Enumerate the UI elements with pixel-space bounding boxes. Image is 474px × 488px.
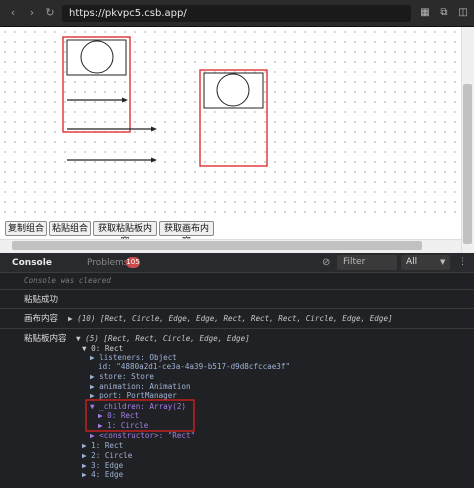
- highlight-overlay: [85, 399, 195, 432]
- children-highlight-box: [85, 399, 195, 432]
